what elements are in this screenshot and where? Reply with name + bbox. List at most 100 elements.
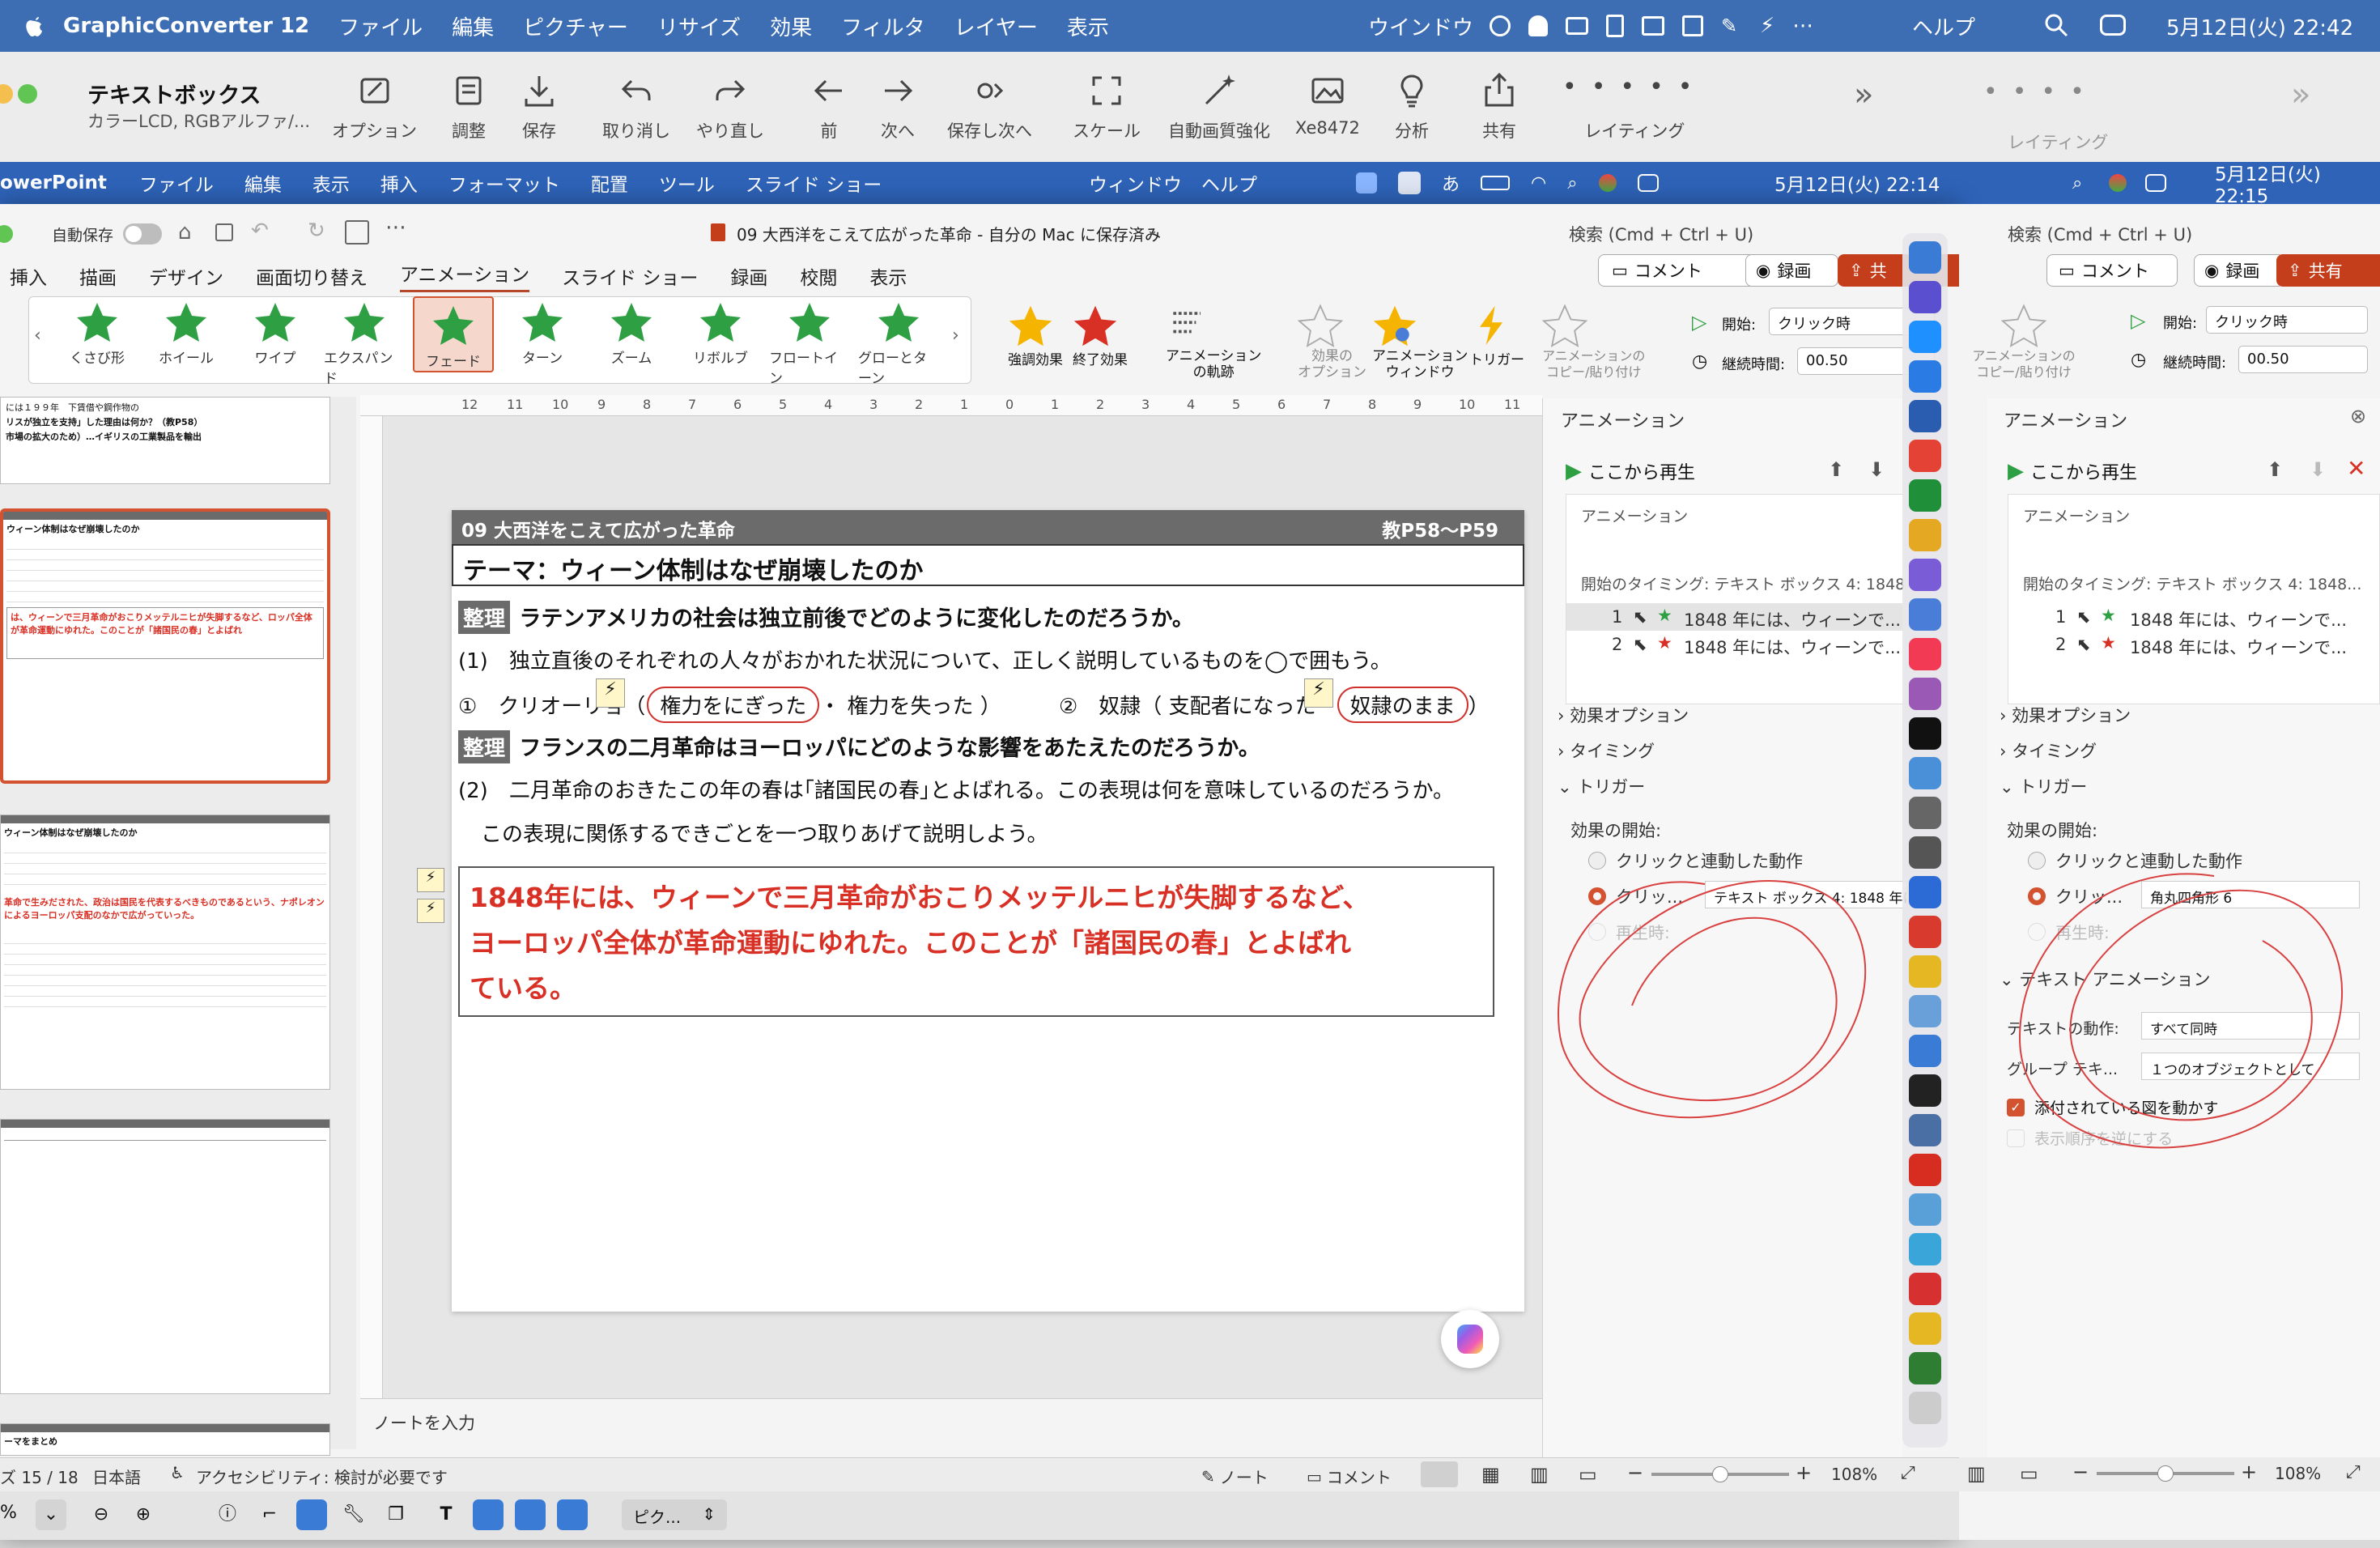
move-down-icon-2[interactable]: ⬇ xyxy=(2310,458,2326,481)
app-menu[interactable]: GraphicConverter 12 xyxy=(63,14,309,38)
tab-animations[interactable]: アニメーション xyxy=(400,259,530,292)
camera-icon[interactable] xyxy=(1566,17,1588,35)
edit-icon[interactable]: ✎ xyxy=(1721,15,1742,36)
emphasis-effect-button[interactable]: 強調効果 xyxy=(1008,303,1063,368)
dock-stack-yellow-icon[interactable] xyxy=(1909,1312,1941,1345)
brightness-icon[interactable] xyxy=(557,1499,588,1530)
menu-resize[interactable]: リサイズ xyxy=(657,11,741,41)
animation-marker-2[interactable]: ⚡ xyxy=(417,899,444,923)
zoom-dropdown-icon[interactable]: ⌄ xyxy=(36,1499,66,1530)
ppt-menu-window[interactable]: ウィンドウ xyxy=(1089,169,1182,197)
toolbar-overflow-icon[interactable]: » xyxy=(1854,76,1873,113)
input-method-icon[interactable]: あ xyxy=(1442,170,1460,196)
layers-icon[interactable]: ❐ xyxy=(380,1499,411,1530)
slideshow-view-icon-2[interactable]: ▭ xyxy=(2020,1462,2038,1485)
reading-view-icon[interactable]: ▥ xyxy=(1530,1463,1549,1486)
control-center-icon[interactable] xyxy=(2100,15,2126,36)
dock-excel-icon[interactable] xyxy=(1909,479,1941,512)
section-trigger-2[interactable]: ⌄ トリガー xyxy=(2000,774,2087,798)
share-button-2[interactable]: ⇪ 共有 xyxy=(2276,254,2380,287)
exit-effect-button[interactable]: 終了効果 xyxy=(1073,303,1128,368)
section-effect-options[interactable]: › 効果オプション xyxy=(1558,703,1689,727)
grid-view-icon[interactable]: ▦ xyxy=(1481,1463,1500,1486)
animation-wedge[interactable]: くさび形 xyxy=(57,298,138,367)
dock-podcasts-icon[interactable] xyxy=(1909,678,1941,710)
slide-q2-sub[interactable]: (2) 二月革命のおきたこの年の春は｢諸国民の春｣とよばれる。この表現は何を意味… xyxy=(458,774,1454,804)
redo-icon[interactable]: ↻ xyxy=(308,219,325,243)
animation-wipe[interactable]: ワイプ xyxy=(235,298,316,367)
trigger-button[interactable]: トリガー xyxy=(1469,303,1524,368)
trigger-bolt-marker-2[interactable]: ⚡ xyxy=(1304,678,1333,708)
gc-next-button[interactable]: 次へ xyxy=(878,71,917,142)
document-title[interactable]: 09 大西洋をこえて広がった革命 - 自分の Mac に保存済み xyxy=(737,222,1161,245)
gc-scale-button[interactable]: スケール xyxy=(1073,71,1141,142)
customize-icon[interactable] xyxy=(345,220,369,245)
comments-toggle[interactable]: ▭ コメント xyxy=(1307,1465,1392,1488)
dock-folder-icon[interactable] xyxy=(1909,1193,1941,1226)
section-effect-options-2[interactable]: › 効果オプション xyxy=(2000,703,2131,727)
dock-preview-icon[interactable] xyxy=(1909,598,1941,631)
qr-icon[interactable] xyxy=(473,1499,504,1530)
siri-icon[interactable] xyxy=(1598,174,1617,192)
ppt-menu-help[interactable]: ヘルプ xyxy=(1201,169,1257,197)
dock-safari-alt-icon[interactable] xyxy=(1909,797,1941,829)
slide-q1-options[interactable]: ① クリオーリョ（ 権力をにぎった・ 権力を失った ） xyxy=(458,687,1001,723)
dock-safari-icon[interactable] xyxy=(1909,321,1941,353)
zoom-percent-field[interactable]: % xyxy=(0,1503,17,1523)
apple-icon[interactable] xyxy=(24,14,45,38)
home-icon[interactable]: ⌂ xyxy=(178,220,192,245)
wrench-icon[interactable]: 🔧︎ xyxy=(338,1499,369,1530)
record-button-2[interactable]: ◉ 録画 xyxy=(2194,254,2284,287)
battery-icon[interactable] xyxy=(1481,176,1511,190)
dock-acrobat-icon[interactable] xyxy=(1909,1154,1941,1186)
trigger-bolt-marker-1[interactable]: ⚡ xyxy=(596,678,625,708)
slide-theme-box[interactable]: テーマ：ウィーン体制はなぜ崩壊したのか xyxy=(452,544,1524,586)
anim-item-1b[interactable]: 1 ⬉ ★ 1848 年には、ウィーンで... xyxy=(2008,603,2380,631)
dock-teams-icon[interactable] xyxy=(1909,559,1941,591)
motion-path-button[interactable]: アニメーション の軌跡 xyxy=(1166,303,1261,381)
menu-view[interactable]: 表示 xyxy=(1067,11,1109,41)
spotlight-icon[interactable] xyxy=(2044,13,2068,37)
duration-input-2[interactable]: 00.50 xyxy=(2238,346,2368,373)
bolt-icon[interactable]: ⚡ xyxy=(1760,14,1774,38)
animation-turn[interactable]: ターン xyxy=(502,298,583,367)
language-status[interactable]: 日本語 xyxy=(92,1465,141,1488)
person-icon[interactable] xyxy=(515,1499,546,1530)
dock-kobo-icon[interactable] xyxy=(1909,955,1941,988)
slide-thumbnail-15[interactable]: ウィーン体制はなぜ崩壊したのか は、ウィーンで三月革命がおこりメッテルニヒが失脚… xyxy=(0,508,330,784)
rating-dots-icon-2[interactable]: •••• xyxy=(1983,78,2099,106)
dock-tv-icon[interactable] xyxy=(1909,717,1941,750)
autosave-toggle[interactable] xyxy=(123,223,162,245)
gc-undo-button[interactable]: 取り消し xyxy=(602,71,670,142)
ppt-menu-edit[interactable]: 編集 xyxy=(244,169,282,197)
close-pane-icon[interactable]: ⊗ xyxy=(2350,405,2366,427)
search-icon-2[interactable]: ⌕ xyxy=(2072,173,2082,194)
info-icon[interactable]: ⓘ xyxy=(212,1499,243,1530)
section-trigger[interactable]: ⌄ トリガー xyxy=(1558,774,1645,798)
dock-system-settings-icon[interactable] xyxy=(1909,836,1941,869)
zoom-out-magnifier-icon[interactable]: ⊖ xyxy=(86,1499,117,1530)
animation-painter-button-2[interactable]: アニメーションの コピー/貼り付け xyxy=(1959,303,2089,381)
calendar-icon[interactable] xyxy=(1682,15,1703,36)
notes-toggle[interactable]: ✎ ノート xyxy=(1201,1465,1269,1488)
animation-float-in[interactable]: フロートイン xyxy=(769,298,850,387)
zoom-slider[interactable] xyxy=(1651,1466,1789,1482)
dock-capture-icon[interactable] xyxy=(1909,1114,1941,1146)
tab-view[interactable]: 表示 xyxy=(869,262,907,290)
menu-effect[interactable]: 効果 xyxy=(770,11,812,41)
slideshow-view-icon[interactable]: ▭ xyxy=(1579,1463,1597,1486)
wifi-icon[interactable]: ◠ xyxy=(1531,173,1546,194)
dock-trash-icon[interactable] xyxy=(1909,1392,1941,1424)
slide-q2-sub2[interactable]: この表現に関係するできごとを一つ取りあげて説明しよう。 xyxy=(481,818,1048,848)
user-icon[interactable] xyxy=(1528,15,1548,36)
crop-icon[interactable]: ⌐ xyxy=(254,1499,285,1530)
fit-slide-icon-2[interactable]: ⤢ xyxy=(2346,1462,2361,1482)
slide-thumbnail-16[interactable]: ウィーン体制はなぜ崩壊したのか 革命で生みだされた、政治は国民を代表するべきもの… xyxy=(0,814,330,1090)
gc-auto-enhance-button[interactable]: 自動画質強化 xyxy=(1168,71,1270,142)
tab-review[interactable]: 校閲 xyxy=(800,262,837,290)
dock-powerpoint-icon[interactable] xyxy=(1909,440,1941,472)
cursor-icon[interactable] xyxy=(1398,172,1421,194)
tab-design[interactable]: デザイン xyxy=(149,262,223,290)
search-field-2[interactable]: 検索 (Cmd + Ctrl + U) xyxy=(2008,222,2192,246)
zoom-button[interactable] xyxy=(18,84,37,104)
